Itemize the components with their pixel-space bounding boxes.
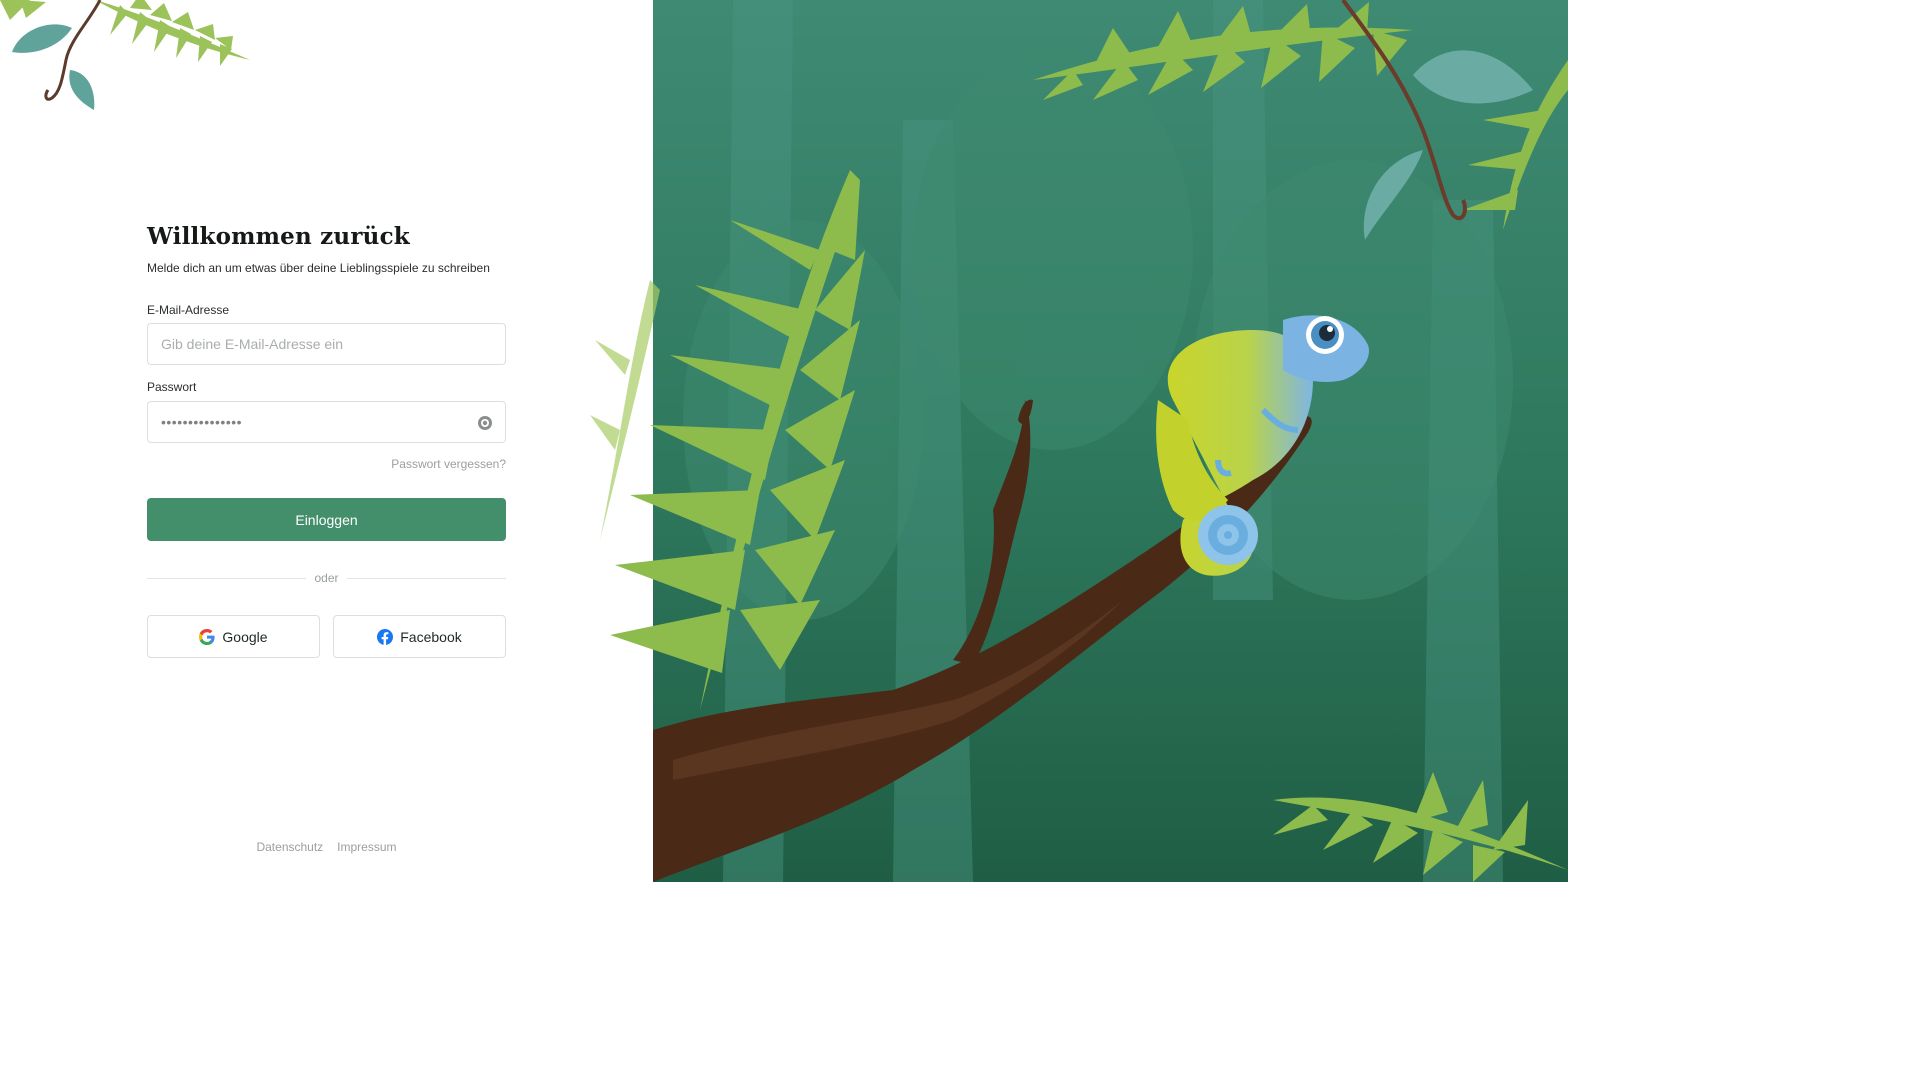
email-label: E-Mail-Adresse xyxy=(147,303,230,317)
login-button[interactable]: Einloggen xyxy=(147,498,506,541)
login-panel: Willkommen zurück Melde dich an um etwas… xyxy=(0,0,653,882)
google-login-button[interactable]: Google xyxy=(147,615,320,658)
password-field[interactable]: ••••••••••••••• xyxy=(147,401,506,443)
facebook-icon xyxy=(377,628,394,645)
footer-links: Datenschutz Impressum xyxy=(0,840,653,854)
corner-foliage-illustration xyxy=(0,0,250,110)
imprint-link[interactable]: Impressum xyxy=(337,840,396,854)
or-divider: oder xyxy=(147,570,506,586)
facebook-button-label: Facebook xyxy=(400,628,462,645)
privacy-link[interactable]: Datenschutz xyxy=(256,840,323,854)
page-subtitle: Melde dich an um etwas über deine Liebli… xyxy=(147,261,490,275)
login-form: Willkommen zurück Melde dich an um etwas… xyxy=(147,222,506,658)
divider-line-right xyxy=(346,577,506,579)
fern-overlap-illustration xyxy=(590,170,865,710)
facebook-login-button[interactable]: Facebook xyxy=(333,615,506,658)
email-field[interactable]: Gib deine E-Mail-Adresse ein xyxy=(147,323,506,365)
divider-text: oder xyxy=(314,571,339,585)
eye-icon[interactable] xyxy=(477,415,493,431)
google-button-label: Google xyxy=(222,628,268,645)
password-label: Passwort xyxy=(147,380,197,394)
forgot-password-link[interactable]: Passwort vergessen? xyxy=(391,457,506,471)
google-icon xyxy=(199,628,216,645)
divider-line-left xyxy=(147,577,307,579)
password-value: ••••••••••••••• xyxy=(161,414,243,430)
email-placeholder: Gib deine E-Mail-Adresse ein xyxy=(161,336,344,352)
page-title: Willkommen zurück xyxy=(147,223,410,250)
